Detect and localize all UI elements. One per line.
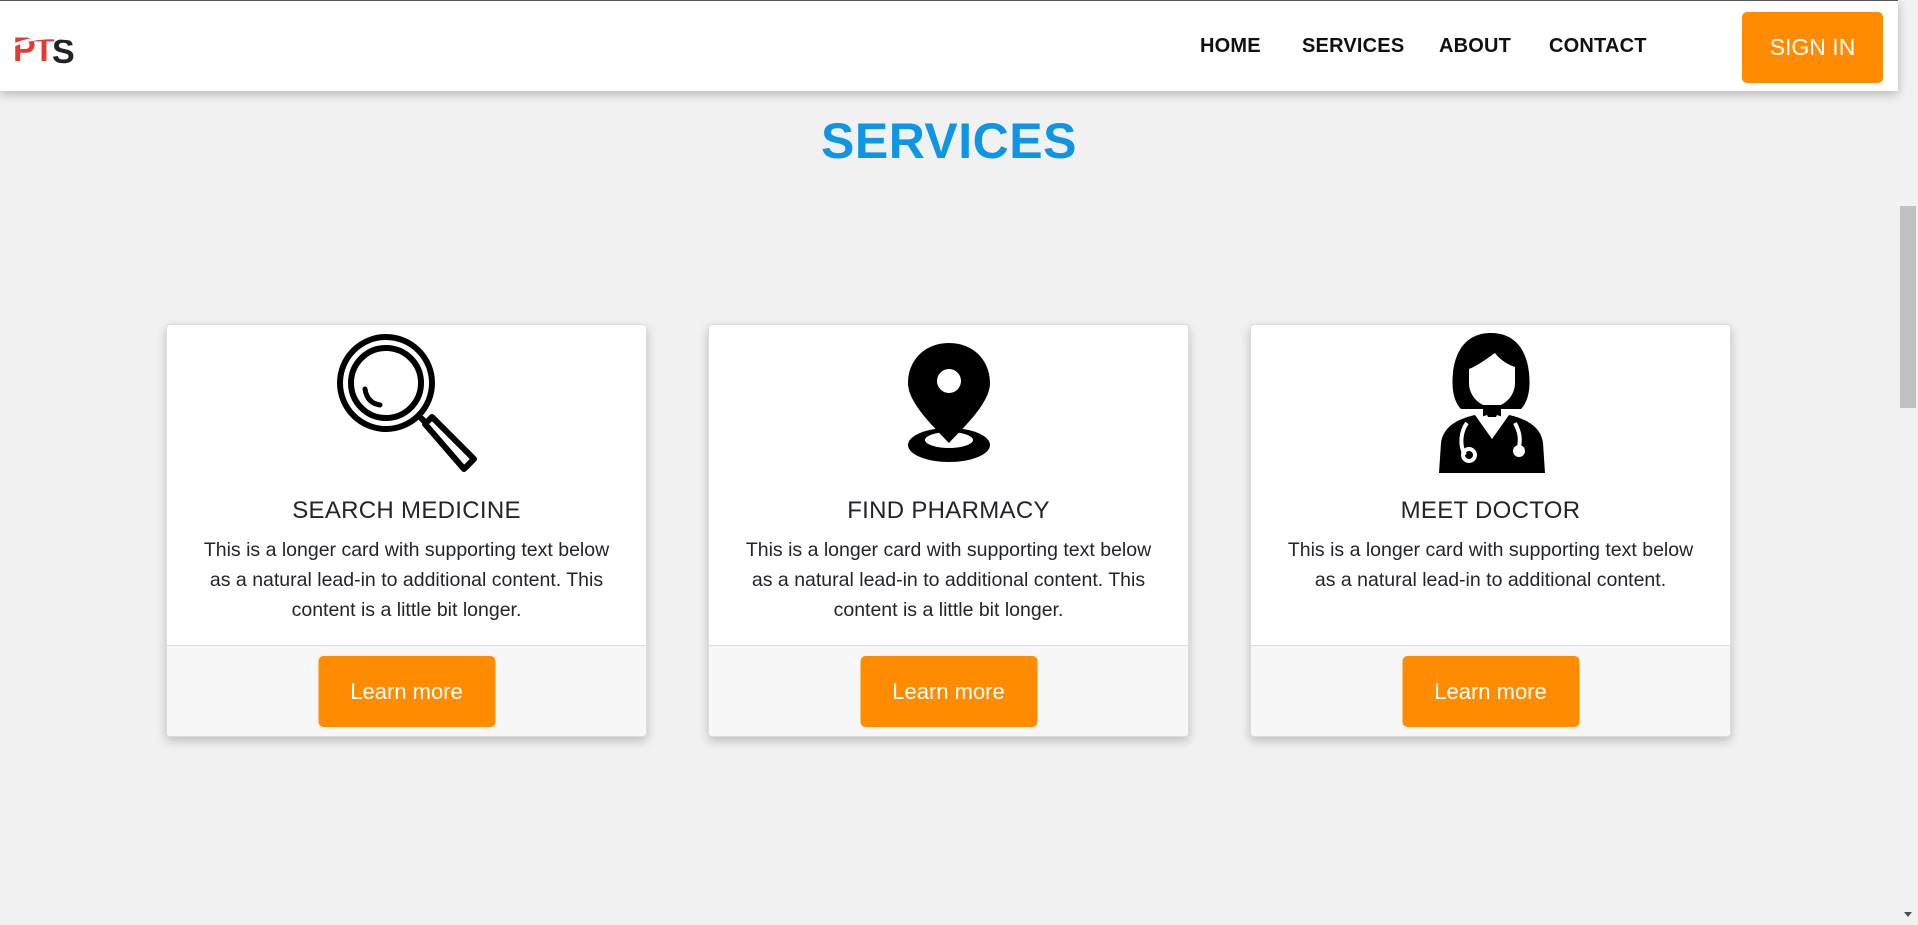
nav-home-link[interactable]: HOME (1200, 35, 1261, 58)
card-footer: Learn more (709, 645, 1188, 736)
sign-in-button[interactable]: SIGN IN (1742, 12, 1883, 83)
page-scrollbar[interactable] (1898, 0, 1918, 925)
learn-more-button[interactable]: Learn more (318, 656, 495, 727)
card-text: This is a longer card with supporting te… (203, 539, 610, 621)
top-navbar: PT S HOME SERVICES ABOUT CONTACT SIGN IN (0, 0, 1898, 91)
scroll-down-arrow-icon[interactable] (1904, 912, 1912, 917)
map-pin-icon (904, 341, 994, 470)
learn-more-button[interactable]: Learn more (860, 656, 1037, 727)
card-body: SEARCH MEDICINE This is a longer card wi… (167, 325, 646, 645)
nav-services-link[interactable]: SERVICES (1302, 35, 1404, 58)
nav-links: HOME SERVICES ABOUT CONTACT (0, 1, 1898, 92)
page-title: SERVICES (821, 113, 1077, 169)
service-card-search-medicine: SEARCH MEDICINE This is a longer card wi… (166, 324, 647, 737)
card-body: FIND PHARMACY This is a longer card with… (709, 325, 1188, 645)
card-body: MEET DOCTOR This is a longer card with s… (1251, 325, 1730, 645)
learn-more-button[interactable]: Learn more (1402, 656, 1579, 727)
card-title: MEET DOCTOR (1400, 497, 1581, 524)
service-card-meet-doctor: MEET DOCTOR This is a longer card with s… (1250, 324, 1731, 737)
card-title: FIND PHARMACY (847, 497, 1050, 524)
card-footer: Learn more (1251, 645, 1730, 736)
scrollbar-thumb[interactable] (1900, 206, 1916, 408)
card-text: This is a longer card with supporting te… (745, 539, 1152, 621)
doctor-icon (1431, 331, 1551, 478)
nav-contact-link[interactable]: CONTACT (1549, 35, 1647, 58)
magnifying-glass-icon (334, 331, 480, 482)
nav-about-link[interactable]: ABOUT (1439, 35, 1511, 58)
card-footer: Learn more (167, 645, 646, 736)
service-card-find-pharmacy: FIND PHARMACY This is a longer card with… (708, 324, 1189, 737)
card-text: This is a longer card with supporting te… (1287, 539, 1694, 591)
card-title: SEARCH MEDICINE (292, 497, 521, 524)
